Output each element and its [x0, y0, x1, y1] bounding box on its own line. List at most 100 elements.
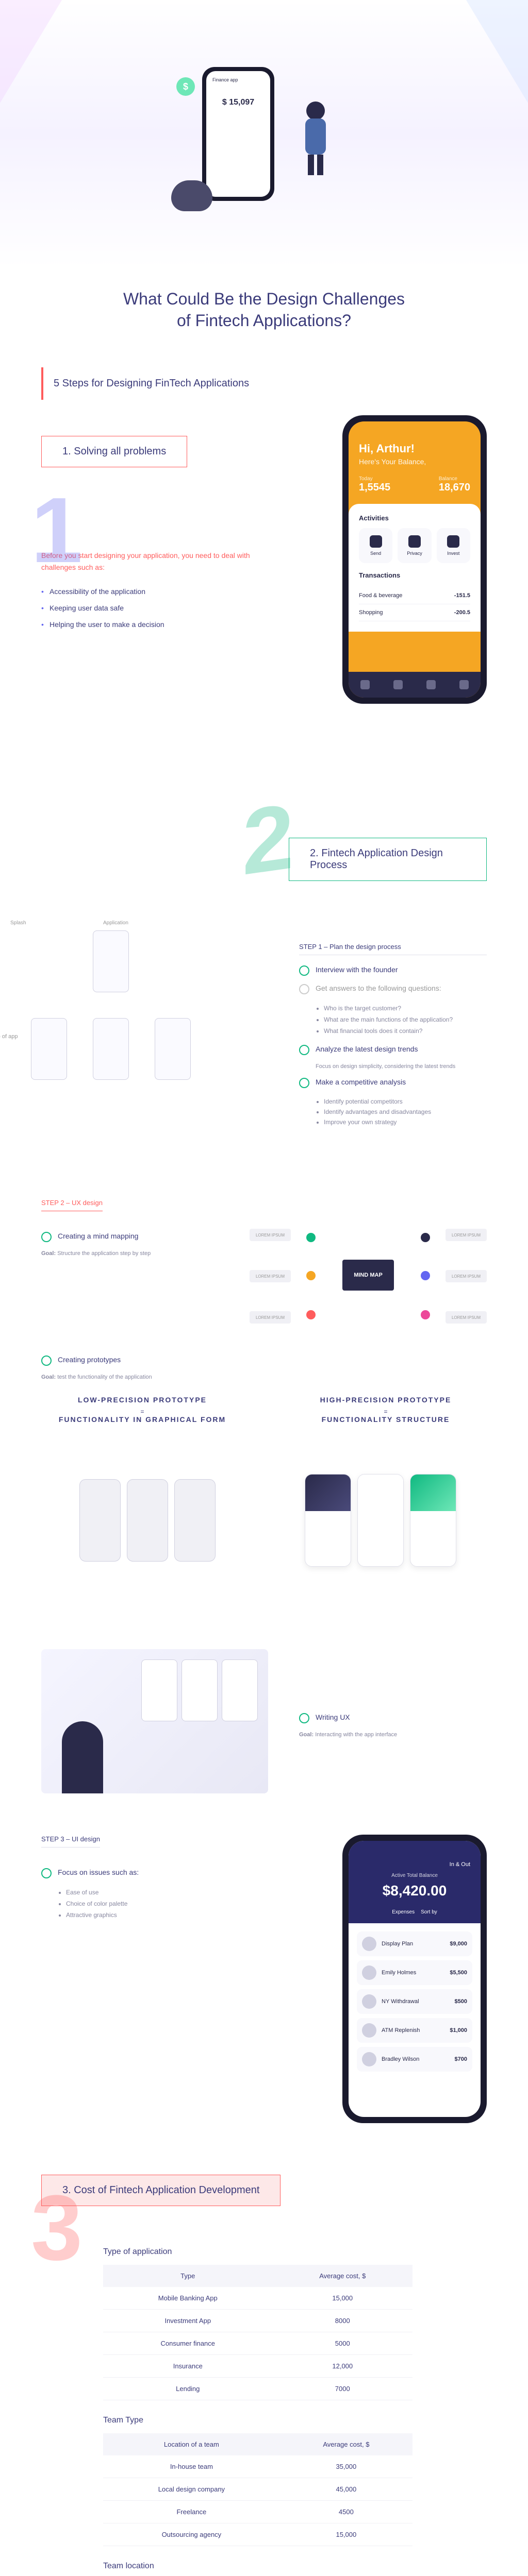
phone3-subtitle: Active Total Balance: [359, 1873, 470, 1878]
mindmap-heading: Creating a mind mapping: [41, 1232, 219, 1242]
user-icon: [459, 680, 469, 689]
proto-col-sub: FUNCTIONALITY IN GRAPHICAL FORM: [41, 1415, 243, 1423]
sub-question: Who is the target customer?: [324, 1003, 487, 1014]
hero-phone-label: Finance app: [212, 77, 264, 82]
piggy-bank-icon: [171, 180, 212, 211]
check-icon: [41, 1232, 52, 1242]
issue-list: Ease of use Choice of color palette Attr…: [58, 1887, 311, 1921]
step-note: Focus on design simplicity, considering …: [316, 1063, 487, 1070]
lofi-prototype-image: [41, 1443, 254, 1598]
table-header: Average cost, $: [273, 2265, 412, 2287]
mindmap-dot: [306, 1310, 316, 1319]
table-row: Mobile Banking App15,000: [103, 2287, 412, 2310]
step-2-ux-section: STEP 2 – UX design Creating a mind mappi…: [0, 1178, 528, 1337]
issue-item: Attractive graphics: [66, 1909, 311, 1921]
phone-mockup-3: In & Out Active Total Balance $8,420.00 …: [342, 1835, 487, 2123]
equals-sign: =: [285, 1408, 487, 1415]
table-cell: Mobile Banking App: [103, 2287, 273, 2310]
page-title-section: What Could Be the Design Challenges of F…: [0, 268, 528, 352]
table-row: Freelance4500: [103, 2501, 412, 2523]
avatar-icon: [362, 2052, 376, 2066]
section-2-heading: 2. Fintech Application Design Process: [289, 838, 487, 881]
table-header: Location of a team: [103, 2433, 280, 2455]
list-item: NY Withdrawal$500: [357, 1989, 472, 2014]
cost-table-team-type: Location of a teamAverage cost, $ In-hou…: [103, 2433, 412, 2546]
hifi-phone: [305, 1474, 351, 1567]
step-3-label: STEP 3 – UI design: [41, 1835, 100, 1848]
balance-value: 18,670: [439, 482, 470, 494]
proto-col-right: HIGH-PRECISION PROTOTYPE = FUNCTIONALITY…: [285, 1396, 487, 1428]
section-1-heading: 1. Solving all problems: [41, 436, 187, 467]
big-number-2: 2: [242, 783, 294, 896]
avatar-icon: [362, 2023, 376, 2038]
ux-illustration: [41, 1649, 268, 1793]
person-illustration: [290, 98, 341, 180]
mindmap-node: LOREM IPSUM: [250, 1229, 291, 1241]
activities-title: Activities: [359, 514, 470, 522]
table-cell: Lending: [103, 2378, 273, 2400]
decor-triangle-right: [466, 0, 528, 103]
wireframe-diagram: Application logo of app Splash: [0, 920, 227, 1126]
ux-screen-mock: [182, 1659, 218, 1721]
list-item: ATM Replenish$1,000: [357, 2018, 472, 2043]
bell-icon: [426, 680, 436, 689]
proto-col-heading: HIGH-PRECISION PROTOTYPE: [285, 1396, 487, 1404]
person-illustration: [62, 1721, 103, 1793]
table-cell: Local design company: [103, 2478, 280, 2501]
activity-tile: Privacy: [398, 528, 431, 563]
mindmap-dot: [421, 1310, 430, 1319]
ux-writing-heading: Writing UX: [299, 1713, 397, 1723]
sub-bullet: Improve your own strategy: [324, 1117, 487, 1127]
mindmap-dot: [306, 1271, 316, 1280]
table-cell: 35,000: [280, 2455, 412, 2478]
big-number-1: 1: [31, 477, 82, 584]
phone-subtitle: Here's Your Balance,: [359, 457, 470, 466]
mindmap-node: LOREM IPSUM: [446, 1311, 487, 1324]
home-icon: [360, 680, 370, 689]
table-header: Type: [103, 2265, 273, 2287]
hifi-phone: [357, 1474, 404, 1567]
page-title: What Could Be the Design Challenges of F…: [10, 289, 518, 331]
table-cell: Consumer finance: [103, 2332, 273, 2355]
step-item: Interview with the founder: [299, 965, 487, 976]
table-cell: In-house team: [103, 2455, 280, 2478]
hero-illustration: $ Finance app $ 15,097: [171, 57, 357, 211]
hifi-prototype-image: [274, 1443, 487, 1598]
balance-label: Today: [359, 476, 390, 482]
check-icon: [41, 1355, 52, 1366]
goal-text: Goal: test the functionality of the appl…: [41, 1374, 487, 1380]
tab-sort: Sort by: [421, 1909, 437, 1915]
avatar-icon: [362, 1994, 376, 2009]
lofi-phone: [127, 1479, 168, 1562]
dollar-icon: $: [176, 77, 195, 96]
hero-phone-mockup: Finance app $ 15,097: [202, 67, 274, 201]
section-2: 2. Fintech Application Design Process 2 …: [0, 817, 528, 1178]
sub-bullet: Identify advantages and disadvantages: [324, 1107, 487, 1117]
table-cell: 4500: [280, 2501, 412, 2523]
table-2-title: Team Type: [103, 2416, 487, 2425]
mindmap-node: LOREM IPSUM: [446, 1229, 487, 1241]
mindmap-node: LOREM IPSUM: [446, 1270, 487, 1282]
step-1-label: STEP 1 – Plan the design process: [299, 943, 487, 955]
mindmap-node: LOREM IPSUM: [250, 1270, 291, 1282]
tab-expenses: Expenses: [392, 1909, 415, 1915]
table-cell: Investment App: [103, 2310, 273, 2332]
table-cell: Freelance: [103, 2501, 280, 2523]
avatar-icon: [362, 1965, 376, 1980]
ux-screen-mock: [222, 1659, 258, 1721]
proto-col-sub: FUNCTIONALITY STRUCTURE: [285, 1415, 487, 1423]
table-3-title: Team location: [103, 2562, 487, 2571]
table-cell: 45,000: [280, 2478, 412, 2501]
issue-item: Choice of color palette: [66, 1898, 311, 1909]
wireframe-screen: [93, 1018, 129, 1080]
big-number-3: 3: [31, 2175, 82, 2281]
balance-value: 1,5545: [359, 482, 390, 494]
table-row: Investment App8000: [103, 2310, 412, 2332]
hero-section: $ Finance app $ 15,097: [0, 0, 528, 268]
wireframe-screen: [93, 930, 129, 992]
mindmap-diagram: MIND MAP LOREM IPSUM LOREM IPSUM LOREM I…: [250, 1224, 487, 1327]
mindmap-center: MIND MAP: [342, 1260, 394, 1291]
mindmap-dot: [421, 1271, 430, 1280]
phone-mockup-1: Hi, Arthur! Here's Your Balance, Today1,…: [342, 415, 487, 704]
table-row: Lending7000: [103, 2378, 412, 2400]
